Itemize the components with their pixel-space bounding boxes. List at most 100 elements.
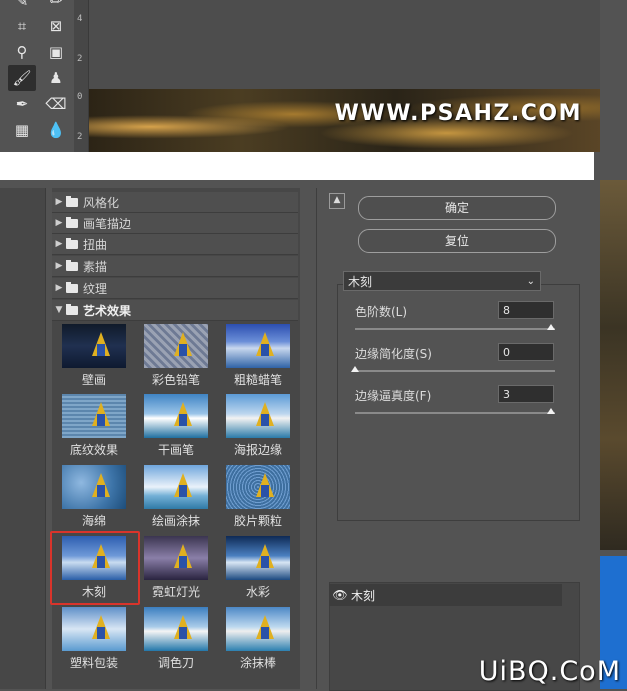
- preview-pane[interactable]: [0, 188, 46, 689]
- expand-arrow-icon: ▶: [55, 239, 63, 249]
- category-label: 风格化: [83, 195, 120, 210]
- filter-preview-image: [144, 607, 208, 651]
- folder-icon: [66, 195, 78, 207]
- filter-type-select[interactable]: 木刻 ⌄: [343, 271, 541, 291]
- filter-label: 壁画: [81, 373, 106, 387]
- eraser-icon[interactable]: ⌫: [42, 91, 70, 117]
- filter-thumb-smudge-stick[interactable]: 涂抹棒: [226, 607, 290, 681]
- expand-arrow-icon: ▶: [55, 197, 63, 207]
- folder-icon: [66, 259, 78, 271]
- filter-gallery-list: ▶ 风格化 ▶ 画笔描边 ▶ 扭曲 ▶ 素描 ▶ 纹理 ▼ 艺术效果 壁画 彩色…: [50, 188, 300, 689]
- filter-label: 绘画涂抹: [151, 514, 200, 528]
- filter-thumb-sponge[interactable]: 海绵: [62, 465, 126, 539]
- filter-label: 霓虹灯光: [151, 585, 200, 599]
- canvas-photo: WWW.PSAHZ.COM: [89, 89, 600, 152]
- levels-label: 色阶数(L): [355, 305, 408, 319]
- filter-label: 木刻: [81, 585, 106, 599]
- edge-simplicity-slider-handle[interactable]: [351, 366, 359, 372]
- edge-simplicity-label: 边缘简化度(S): [355, 347, 432, 361]
- expand-arrow-icon: ▶: [55, 283, 63, 293]
- category-label: 画笔描边: [83, 216, 132, 231]
- stamp-icon[interactable]: ♟: [42, 65, 70, 91]
- folder-icon: [66, 281, 78, 293]
- filter-preview-image: [62, 536, 126, 580]
- filter-label: 海绵: [81, 514, 106, 528]
- filter-label: 海报边缘: [233, 443, 282, 457]
- category-label: 扭曲: [83, 237, 108, 252]
- ruler-mark: 4: [77, 14, 83, 24]
- edge-simplicity-slider-track[interactable]: [355, 370, 555, 372]
- filter-gallery-dialog: ▶ 风格化 ▶ 画笔描边 ▶ 扭曲 ▶ 素描 ▶ 纹理 ▼ 艺术效果 壁画 彩色…: [0, 180, 594, 691]
- filter-preview-image: [144, 465, 208, 509]
- category-artistic[interactable]: ▼ 艺术效果: [52, 300, 298, 321]
- category-sketch[interactable]: ▶ 素描: [52, 256, 298, 277]
- filter-thumb-paint-daubs[interactable]: 绘画涂抹: [144, 465, 208, 539]
- filter-thumb-poster-edges[interactable]: 海报边缘: [226, 394, 290, 468]
- filter-preview-image: [226, 465, 290, 509]
- crop-icon[interactable]: ⌗: [8, 13, 36, 39]
- eye-icon[interactable]: 👁: [329, 588, 351, 602]
- filter-thumb-colored-pencil[interactable]: 彩色铅笔: [144, 324, 208, 398]
- filter-thumb-rough-pastels[interactable]: 粗糙蜡笔: [226, 324, 290, 398]
- ok-button[interactable]: 确定: [358, 196, 556, 220]
- filter-thumb-film-grain[interactable]: 胶片颗粒: [226, 465, 290, 539]
- edge-simplicity-input[interactable]: 0: [498, 343, 554, 361]
- brush-icon[interactable]: ✎: [8, 0, 36, 14]
- collapse-up-icon[interactable]: ▲: [329, 193, 345, 209]
- gradient-icon[interactable]: ▦: [8, 117, 36, 143]
- expand-arrow-icon: ▶: [55, 218, 63, 228]
- filter-thumb-fresco[interactable]: 壁画: [62, 324, 126, 398]
- filter-thumb-watercolor[interactable]: 水彩: [226, 536, 290, 610]
- filter-preview-image: [144, 536, 208, 580]
- filter-preview-image: [144, 324, 208, 368]
- filter-label: 粗糙蜡笔: [233, 373, 282, 387]
- levels-slider-track[interactable]: [355, 328, 555, 330]
- history-brush-icon[interactable]: ✒: [8, 91, 36, 117]
- ruler-mark: 2: [77, 54, 83, 64]
- category-brush-strokes[interactable]: ▶ 画笔描边: [52, 213, 298, 234]
- patch-icon[interactable]: ▣: [42, 39, 70, 65]
- filter-thumb-plastic-wrap[interactable]: 塑料包装: [62, 607, 126, 681]
- pencil-icon[interactable]: ✏: [42, 0, 70, 14]
- edge-fidelity-label: 边缘逼真度(F): [355, 389, 432, 403]
- eyedropper-icon[interactable]: ⚲: [8, 39, 36, 65]
- blur-icon[interactable]: 💧: [42, 117, 70, 143]
- levels-slider-handle[interactable]: [547, 324, 555, 330]
- effect-layer-label: 木刻: [351, 588, 376, 603]
- site-watermark: UiBQ.CoM: [478, 656, 621, 687]
- chevron-down-icon: ⌄: [526, 275, 535, 287]
- levels-input[interactable]: 8: [498, 301, 554, 319]
- expand-arrow-icon: ▶: [55, 261, 63, 271]
- frame-icon[interactable]: ⊠: [42, 13, 70, 39]
- filter-thumb-palette-knife[interactable]: 调色刀: [144, 607, 208, 681]
- effect-layer-row[interactable]: 👁 木刻: [329, 584, 562, 606]
- category-texture[interactable]: ▶ 纹理: [52, 278, 298, 299]
- folder-open-icon: [66, 303, 78, 315]
- filter-preview-image: [62, 394, 126, 438]
- filter-preview-image: [226, 324, 290, 368]
- canvas-area: [89, 0, 600, 89]
- filter-preview-image: [226, 394, 290, 438]
- photo-edge: [600, 180, 627, 550]
- paintbrush-icon[interactable]: 🖌: [8, 65, 36, 91]
- filter-thumb-cutout[interactable]: 木刻: [50, 531, 140, 610]
- filter-preview-image: [226, 536, 290, 580]
- category-label: 艺术效果: [83, 303, 132, 318]
- edge-fidelity-slider-track[interactable]: [355, 412, 555, 414]
- edge-fidelity-input[interactable]: 3: [498, 385, 554, 403]
- filter-thumb-underpainting[interactable]: 底纹效果: [62, 394, 126, 468]
- filter-thumb-dry-brush[interactable]: 干画笔: [144, 394, 208, 468]
- category-distort[interactable]: ▶ 扭曲: [52, 234, 298, 255]
- filter-preview-image: [62, 324, 126, 368]
- ruler-mark: 0: [77, 92, 83, 102]
- reset-button[interactable]: 复位: [358, 229, 556, 253]
- ruler-mark: 2: [77, 132, 83, 142]
- filter-label: 底纹效果: [69, 443, 118, 457]
- filter-preview-image: [62, 465, 126, 509]
- filter-thumb-neon-glow[interactable]: 霓虹灯光: [144, 536, 208, 610]
- edge-fidelity-slider-handle[interactable]: [547, 408, 555, 414]
- category-stylize[interactable]: ▶ 风格化: [52, 192, 298, 213]
- filter-label: 干画笔: [157, 443, 194, 457]
- category-label: 素描: [83, 259, 108, 274]
- dialog-title-bar: [0, 152, 594, 180]
